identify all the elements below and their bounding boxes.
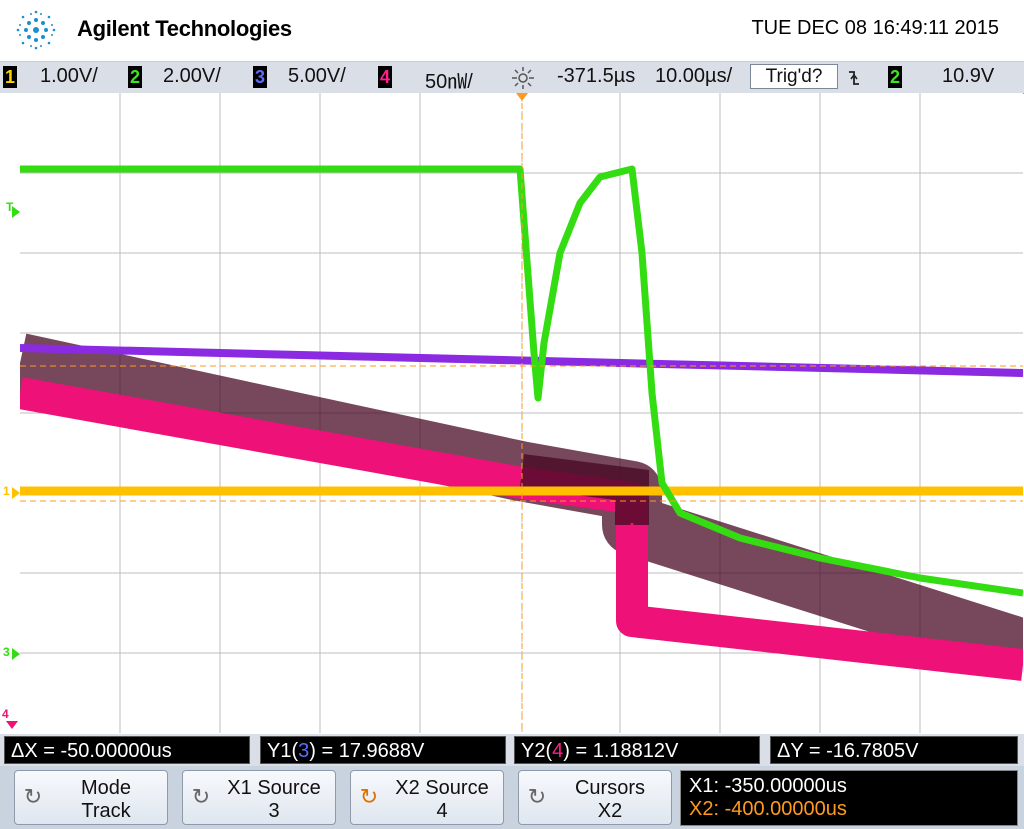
delta-y-readout: ΔY = -16.7805V [770,736,1018,764]
timebase-scale: 10.00µs/ [655,65,733,87]
waveform-display[interactable] [20,93,1023,733]
x1-source-label: X1 Source [227,777,321,799]
rotary-knob-icon: ↻ [527,784,547,809]
ch1-ground-marker[interactable]: 1 [3,484,10,498]
ch3-arrow-icon [12,648,20,660]
delay-knob-icon [512,67,534,89]
y1-prefix: Y1( [267,740,299,762]
cursor-measurement-bar: ΔX = -50.00000us Y1(3) = 17.9688V Y2(4) … [0,734,1024,766]
trigger-status-box: Trig'd? [750,64,838,89]
delta-x-readout: ΔX = -50.00000us [4,736,250,764]
x2-source-label: X2 Source [395,777,489,799]
x2-source-value: 4 [436,800,448,822]
ch1-arrow-icon [12,487,20,499]
horizontal-delay: -371.5µs [557,65,636,87]
trigger-edge-icon [849,71,859,85]
rotary-knob-icon: ↻ [359,784,379,809]
x1-position: X1: -350.00000us [689,775,847,797]
date-time: TUE DEC 08 16:49:11 2015 [751,17,999,39]
cursors-value: X2 [597,800,623,822]
rotary-knob-icon: ↻ [23,784,43,809]
y2-source: 4 [552,740,564,762]
ch4-scale: 50㎻/ [425,71,473,93]
waveform-graticule [20,93,1023,733]
ch2-scale: 2.00V/ [163,65,221,87]
y2-value: ) = 1.18812V [563,740,679,762]
ch2-indicator[interactable]: 2 [128,66,142,88]
ch1-indicator[interactable]: 1 [3,66,17,88]
mode-value: Track [81,800,131,822]
mode-softkey[interactable]: ↻ Mode Track [14,770,168,825]
y1-readout: Y1(3) = 17.9688V [260,736,506,764]
x2-position: X2: -400.00000us [689,798,847,820]
ch3-indicator[interactable]: 3 [253,66,267,88]
ch4-arrow-icon [6,721,18,729]
ch4-indicator[interactable]: 4 [378,66,392,88]
cursor-position-panel: X1: -350.00000us X2: -400.00000us [680,770,1018,826]
trigger-arrow-icon [12,206,20,218]
ch3-scale: 5.00V/ [288,65,346,87]
cursors-label: Cursors [574,777,645,799]
brand-name: Agilent Technologies [77,16,292,41]
trigger-source-indicator[interactable]: 2 [888,66,902,88]
ch4-ground-marker[interactable]: 4 [2,707,9,721]
x1-source-softkey[interactable]: ↻ X1 Source 3 [182,770,336,825]
ch1-scale: 1.00V/ [40,65,98,87]
ch3-ground-marker[interactable]: 3 [3,645,10,659]
mode-label: Mode [80,777,132,799]
title-bar: Agilent Technologies TUE DEC 08 16:49:11… [0,0,1024,60]
y1-source: 3 [298,740,310,762]
y2-prefix: Y2( [521,740,553,762]
trigger-level: 10.9V [942,65,995,87]
channel-marker-column: T 1 3 4 [0,93,20,733]
agilent-spark-logo-icon [16,10,56,50]
cursors-softkey[interactable]: ↻ Cursors X2 [518,770,672,825]
x1-source-value: 3 [268,800,280,822]
y1-value: ) = 17.9688V [309,740,425,762]
status-bar: 1 1.00V/ 2 2.00V/ 3 5.00V/ 4 50㎻/ -371.5… [0,61,1024,94]
rotary-knob-icon: ↻ [191,784,211,809]
softkey-bar: ↻ Mode Track ↻ X1 Source 3 ↻ X2 Source 4… [0,766,1024,829]
x2-source-softkey[interactable]: ↻ X2 Source 4 [350,770,504,825]
y2-readout: Y2(4) = 1.18812V [514,736,760,764]
